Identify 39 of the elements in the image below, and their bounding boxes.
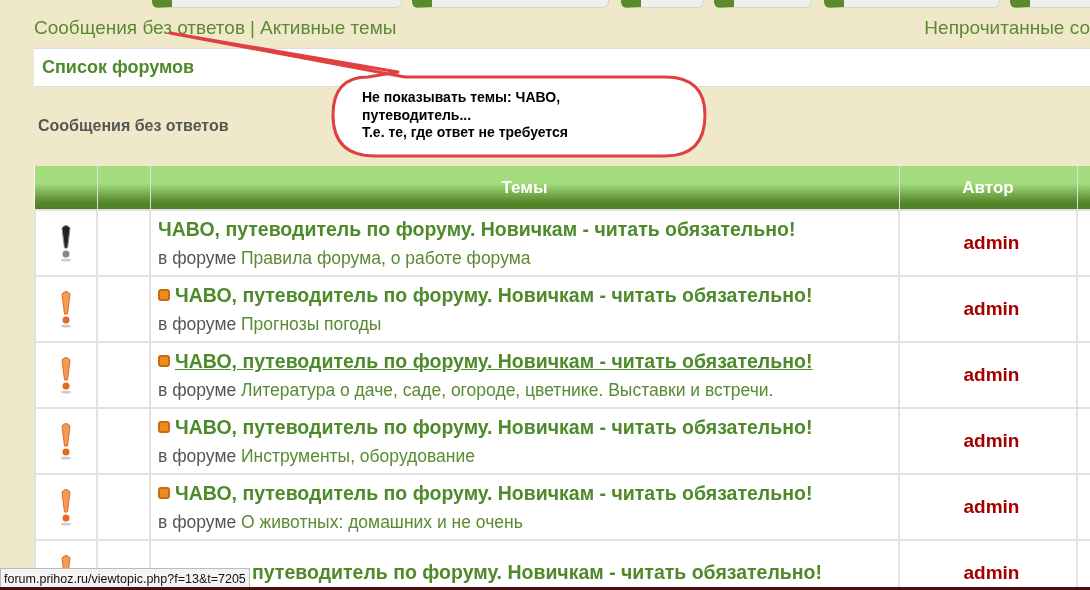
callout-text: Не показывать темы: ЧАВО, путеводитель... Т.е. те, где ответ не требуется: [362, 89, 568, 142]
forum-prefix: в форуме: [158, 247, 238, 268]
forum-prefix: в форуме: [158, 445, 238, 466]
topic-link[interactable]: ЧАВО, путеводитель по форуму. Новичкам - читать обязательно!: [175, 482, 813, 505]
separator: |: [250, 17, 255, 38]
forum-prefix: в форуме: [158, 511, 238, 532]
topic-link[interactable]: путеводитель по форуму. Новичкам - читать обязательно!: [252, 561, 822, 584]
author-link[interactable]: admin: [963, 231, 1020, 253]
menu-tab[interactable]: [412, 0, 609, 8]
page-heading: Сообщения без ответов: [38, 116, 229, 136]
author-link[interactable]: admin: [963, 561, 1020, 583]
forum-prefix: в форуме: [158, 379, 238, 400]
menu-tab[interactable]: [1010, 0, 1090, 8]
column-header: Темы: [150, 166, 899, 210]
forum-link[interactable]: Инструменты, оборудование: [241, 445, 475, 466]
forum-link[interactable]: Литература о даче, саде, огороде, цветнике. Выставки и встречи.: [241, 379, 774, 400]
author-link[interactable]: admin: [963, 297, 1020, 319]
topic-link[interactable]: ЧАВО, путеводитель по форуму. Новичкам - читать обязательно!: [175, 416, 813, 439]
forum-prefix: в форуме: [158, 313, 238, 334]
menu-tab[interactable]: [714, 0, 812, 8]
forum-link[interactable]: О животных: домашних и не очень: [241, 511, 523, 532]
breadcrumb-link[interactable]: Список форумов: [42, 54, 195, 81]
column-header: Автор: [899, 166, 1077, 210]
menu-tab[interactable]: [152, 0, 402, 8]
menu-tab[interactable]: [824, 0, 1000, 8]
topic-link[interactable]: ЧАВО, путеводитель по форуму. Новичкам - читать обязательно!: [175, 350, 813, 373]
forum-link[interactable]: Прогнозы погоды: [241, 313, 382, 334]
author-link[interactable]: admin: [963, 429, 1020, 451]
topic-link[interactable]: ЧАВО, путеводитель по форуму. Новичкам - читать обязательно!: [158, 218, 796, 241]
nav-link[interactable]: Непрочитанные со: [924, 14, 1090, 48]
author-link[interactable]: admin: [963, 363, 1020, 385]
author-link[interactable]: admin: [963, 495, 1020, 517]
url-tooltip: forum.prihoz.ru/viewtopic.php?f=13&t=7205: [0, 568, 250, 590]
nav-link[interactable]: Активные темы: [259, 17, 397, 38]
menu-tab[interactable]: [621, 0, 704, 8]
topic-link[interactable]: ЧАВО, путеводитель по форуму. Новичкам - читать обязательно!: [175, 284, 813, 307]
nav-link[interactable]: Сообщения без ответов: [34, 17, 246, 38]
forum-link[interactable]: Правила форума, о работе форума: [241, 247, 531, 268]
table-header: [97, 166, 150, 210]
